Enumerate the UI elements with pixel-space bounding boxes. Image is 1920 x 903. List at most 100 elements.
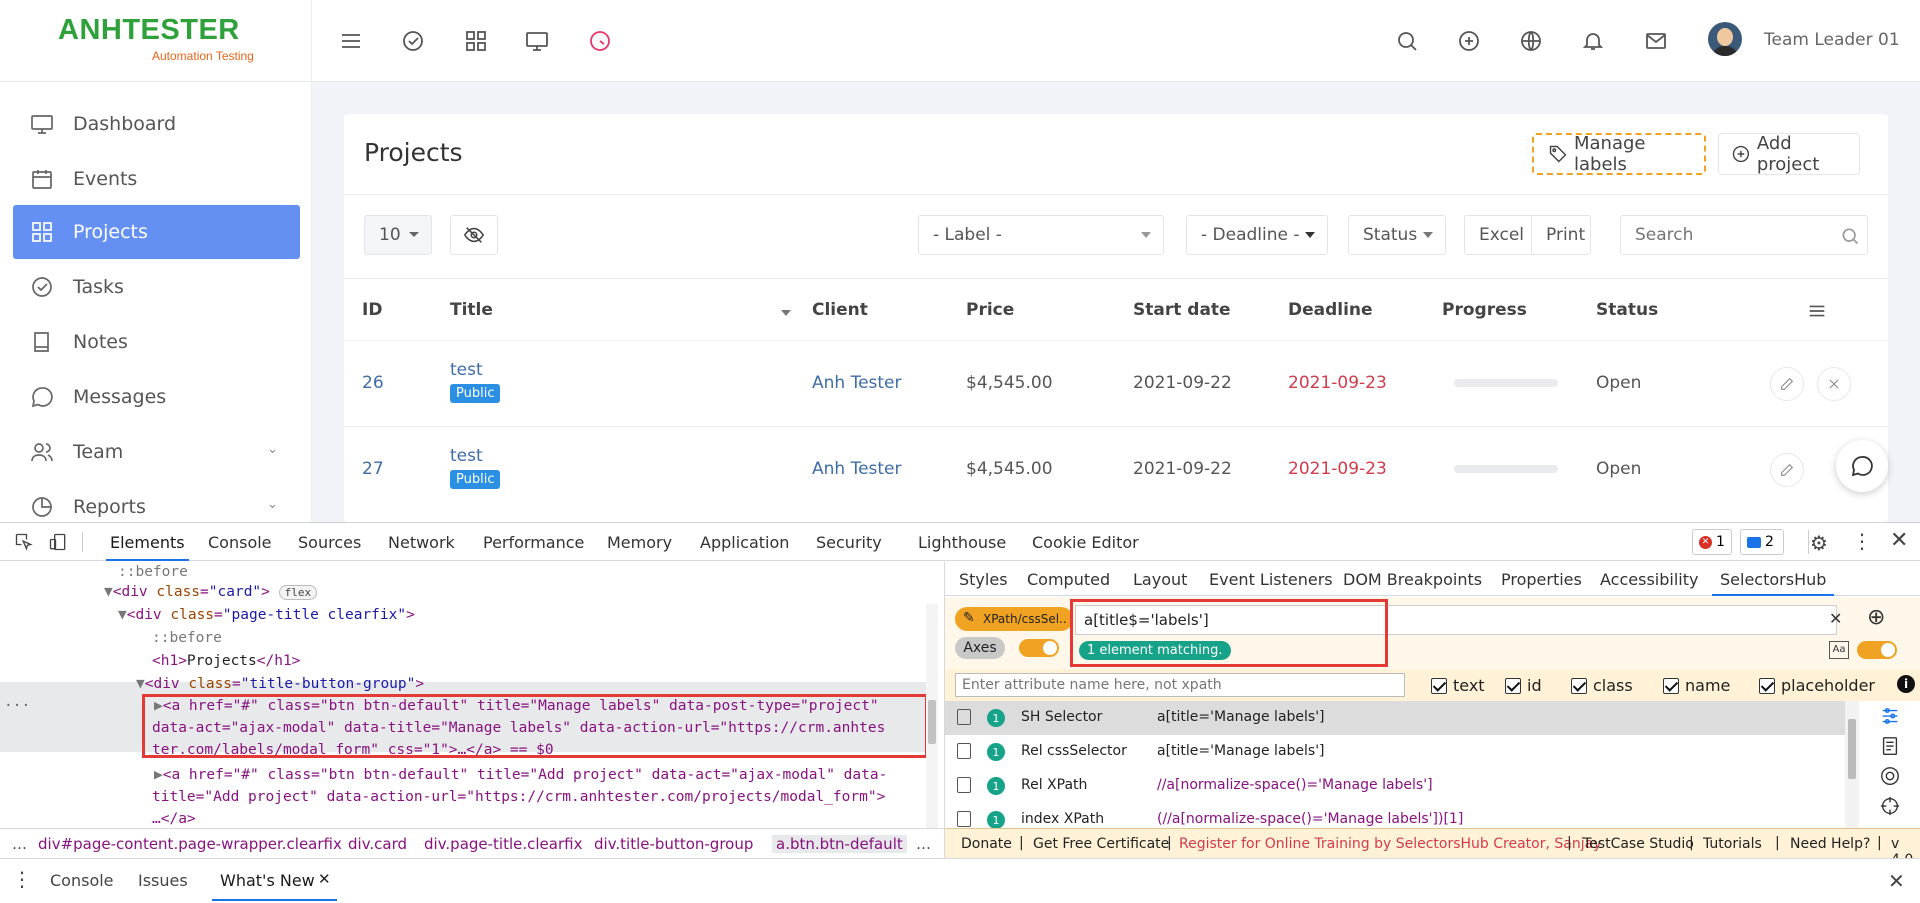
more-vert-icon[interactable]: ⋮	[12, 867, 32, 891]
avatar[interactable]	[1708, 22, 1742, 56]
crosshair-icon[interactable]	[1879, 795, 1901, 817]
donate-link[interactable]: Donate	[961, 836, 1012, 852]
manage-labels-button[interactable]: Manage labels	[1532, 133, 1706, 175]
sidebar-item-notes[interactable]: Notes	[13, 315, 300, 369]
brand-logo[interactable]: ANHTESTER Automation Testing	[0, 0, 312, 82]
checkbox-class[interactable]: class	[1571, 676, 1633, 695]
tab-computed[interactable]: Computed	[1027, 570, 1110, 589]
drawer-tab-issues[interactable]: Issues	[138, 871, 188, 890]
scrollbar[interactable]	[1845, 701, 1859, 828]
checkbox-name[interactable]: name	[1663, 676, 1730, 695]
drawer-tab-console[interactable]: Console	[50, 871, 114, 890]
message-count-badge[interactable]: 2	[1740, 529, 1784, 555]
print-button[interactable]: Print	[1531, 215, 1591, 255]
sidebar-item-tasks[interactable]: Tasks	[13, 260, 300, 314]
expand-triangle-icon[interactable]: ▼	[118, 607, 127, 623]
tab-selectorshub[interactable]: SelectorsHub	[1711, 570, 1835, 596]
training-link[interactable]: Register for Online Training by Selector…	[1179, 836, 1601, 852]
tab-performance[interactable]: Performance	[483, 533, 584, 552]
dom-node-page-title[interactable]: ▼<div class="page-title clearfix">	[118, 607, 415, 623]
breadcrumb-item[interactable]: a.btn.btn-default	[772, 835, 907, 853]
add-project-button[interactable]: Add project	[1718, 133, 1860, 175]
axes-button[interactable]: Axes	[955, 637, 1005, 659]
edit-button[interactable]	[1770, 367, 1804, 401]
more-options-icon[interactable]: ···	[4, 698, 30, 714]
search-icon[interactable]	[1394, 28, 1420, 54]
column-header-client[interactable]: Client	[812, 300, 868, 320]
checkbox-id[interactable]: id	[1505, 676, 1542, 695]
project-title[interactable]: test	[450, 360, 483, 380]
client-link[interactable]: Anh Tester	[812, 373, 902, 393]
deadline-filter-select[interactable]: - Deadline -	[1186, 215, 1328, 255]
tab-sources[interactable]: Sources	[298, 533, 361, 552]
sort-desc-icon[interactable]	[781, 310, 791, 316]
copy-icon[interactable]	[957, 777, 971, 793]
tab-network[interactable]: Network	[388, 533, 455, 552]
selector-result-row[interactable]: 1 index XPath (//a[normalize-space()='Ma…	[945, 803, 1845, 828]
tab-memory[interactable]: Memory	[607, 533, 672, 552]
sidebar-item-dashboard[interactable]: Dashboard	[13, 97, 300, 151]
tab-styles[interactable]: Styles	[959, 570, 1008, 589]
sidebar-item-messages[interactable]: Messages	[13, 370, 300, 424]
case-sensitive-icon[interactable]: Aa	[1829, 641, 1849, 659]
column-header-id[interactable]: ID	[362, 300, 382, 320]
dom-node-h1[interactable]: <h1>Projects</h1>	[152, 653, 300, 669]
project-title[interactable]: test	[450, 446, 483, 466]
tab-console[interactable]: Console	[208, 533, 272, 552]
project-id[interactable]: 27	[362, 459, 384, 479]
sidebar-item-projects[interactable]: Projects	[13, 205, 300, 259]
selector-mode-button[interactable]: ✎ XPath/cssSel..	[955, 607, 1073, 631]
column-header-price[interactable]: Price	[966, 300, 1014, 320]
plus-circle-icon[interactable]	[1456, 28, 1482, 54]
close-icon[interactable]: ✕	[1890, 528, 1908, 553]
tab-event-listeners[interactable]: Event Listeners	[1209, 570, 1333, 589]
chat-button[interactable]	[1836, 440, 1888, 492]
selector-result-row[interactable]: 1 Rel cssSelector a[title='Manage labels…	[945, 735, 1845, 769]
dom-node-title-button-group[interactable]: ▼<div class="title-button-group">	[136, 676, 424, 692]
clear-icon[interactable]: ✕	[1829, 609, 1842, 628]
column-header-status[interactable]: Status	[1596, 300, 1658, 320]
axes-toggle[interactable]	[1019, 639, 1059, 657]
menu-icon[interactable]	[338, 28, 364, 54]
selector-result-row[interactable]: 1 SH Selector a[title='Manage labels']	[945, 701, 1845, 735]
tab-accessibility[interactable]: Accessibility	[1600, 570, 1698, 589]
column-header-start-date[interactable]: Start date	[1133, 300, 1231, 320]
excel-button[interactable]: Excel	[1464, 215, 1532, 255]
inspect-element-icon[interactable]	[14, 532, 34, 552]
column-visibility-button[interactable]	[450, 215, 498, 255]
dom-node-add-project[interactable]: ▶<a href="#" class="btn btn-default" tit…	[154, 767, 887, 783]
attribute-input[interactable]	[955, 673, 1405, 697]
column-menu-icon[interactable]	[1806, 300, 1828, 322]
column-header-title[interactable]: Title	[450, 300, 493, 320]
testcase-studio-link[interactable]: TestCase Studio	[1583, 836, 1694, 852]
document-icon[interactable]	[1879, 735, 1901, 757]
column-header-progress[interactable]: Progress	[1442, 300, 1527, 320]
bell-icon[interactable]	[1580, 28, 1606, 54]
check-circle-icon[interactable]	[400, 28, 426, 54]
monitor-icon[interactable]	[524, 28, 550, 54]
error-count-badge[interactable]: ✕ 1	[1692, 529, 1732, 555]
globe-icon[interactable]	[1518, 28, 1544, 54]
copy-icon[interactable]	[957, 709, 971, 725]
target-icon[interactable]	[1879, 765, 1901, 787]
breadcrumb-item[interactable]: div.card	[348, 835, 407, 853]
pseudo-before[interactable]: ::before	[118, 564, 188, 580]
tab-lighthouse[interactable]: Lighthouse	[918, 533, 1006, 552]
page-size-select[interactable]: 10	[364, 215, 432, 255]
scrollbar-thumb[interactable]	[928, 700, 936, 744]
close-icon[interactable]: ✕	[318, 870, 331, 888]
info-icon[interactable]: i	[1897, 675, 1915, 693]
client-link[interactable]: Anh Tester	[812, 459, 902, 479]
plus-circle-icon[interactable]: ⊕	[1867, 605, 1885, 630]
tab-elements[interactable]: Elements	[106, 533, 189, 561]
mail-icon[interactable]	[1643, 28, 1669, 54]
tab-cookie-editor[interactable]: Cookie Editor	[1032, 533, 1139, 552]
tab-application[interactable]: Application	[700, 533, 789, 552]
breadcrumb-item[interactable]: div#page-content.page-wrapper.clearfix	[38, 835, 342, 853]
selector-result-row[interactable]: 1 Rel XPath //a[normalize-space()='Manag…	[945, 769, 1845, 803]
dom-node-card[interactable]: ▼<div class="card"> flex	[104, 584, 318, 600]
more-vert-icon[interactable]: ⋮	[1852, 529, 1872, 553]
search-input[interactable]	[1620, 215, 1868, 255]
delete-button[interactable]	[1817, 367, 1851, 401]
scrollbar-thumb[interactable]	[1848, 719, 1856, 779]
